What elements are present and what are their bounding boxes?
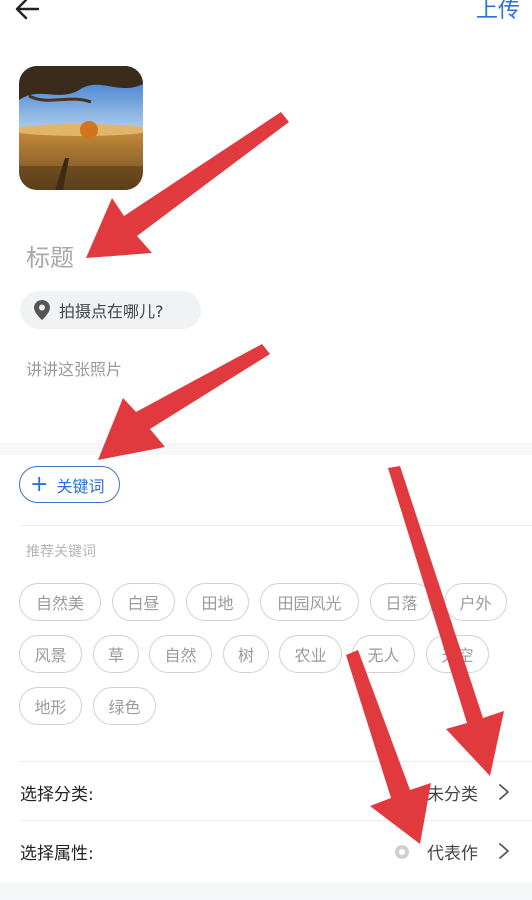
description-input[interactable]: 讲讲这张照片	[26, 356, 122, 380]
keyword-tag[interactable]: 地形	[19, 687, 82, 725]
chevron-right-icon	[499, 843, 509, 859]
keyword-tag[interactable]: 无人	[352, 635, 415, 673]
keyword-tag[interactable]: 自然	[149, 635, 212, 673]
title-input[interactable]: 标题	[26, 238, 74, 273]
keyword-tag[interactable]: 风景	[19, 635, 82, 673]
landscape-photo	[19, 66, 143, 190]
recommended-keywords-label: 推荐关键词	[26, 544, 96, 560]
category-row[interactable]: 选择分类: 未分类	[0, 762, 532, 820]
keyword-tag[interactable]: 日落	[370, 583, 433, 621]
keyword-tag[interactable]: 田地	[186, 583, 249, 621]
category-value: 未分类	[427, 785, 478, 805]
divider	[20, 525, 532, 526]
location-label: 拍摄点在哪儿?	[59, 302, 164, 321]
location-pin-icon	[34, 300, 50, 320]
annotation-arrow	[388, 466, 504, 776]
keyword-tag[interactable]: 白昼	[112, 583, 175, 621]
photo-thumbnail[interactable]	[19, 66, 143, 190]
attribute-label: 选择属性:	[20, 844, 94, 864]
keyword-tag[interactable]: 户外	[444, 583, 507, 621]
category-label: 选择分类:	[20, 785, 94, 805]
add-keyword-label: 关键词	[56, 476, 105, 496]
keyword-tag[interactable]: 农业	[279, 635, 342, 673]
keyword-tag[interactable]: 天空	[426, 635, 489, 673]
top-bar: 上传	[0, 0, 532, 30]
upload-button[interactable]: 上传	[476, 0, 520, 24]
keyword-tag[interactable]: 树	[223, 635, 269, 673]
location-button[interactable]: 拍摄点在哪儿?	[20, 291, 201, 329]
section-divider	[0, 443, 532, 455]
keyword-tag[interactable]: 草	[93, 635, 139, 673]
keyword-tag[interactable]: 田园风光	[260, 583, 359, 621]
keyword-tag[interactable]: 自然美	[19, 583, 101, 621]
keyword-tag[interactable]: 绿色	[93, 687, 156, 725]
back-arrow-icon[interactable]	[12, 0, 42, 24]
chevron-right-icon	[499, 784, 509, 800]
bottom-band	[0, 882, 532, 900]
plus-icon: +	[30, 471, 49, 497]
add-keyword-button[interactable]: + 关键词	[19, 466, 120, 503]
attribute-value: 代表作	[427, 844, 478, 864]
badge-icon	[395, 845, 409, 859]
attribute-row[interactable]: 选择属性: 代表作	[0, 821, 532, 879]
